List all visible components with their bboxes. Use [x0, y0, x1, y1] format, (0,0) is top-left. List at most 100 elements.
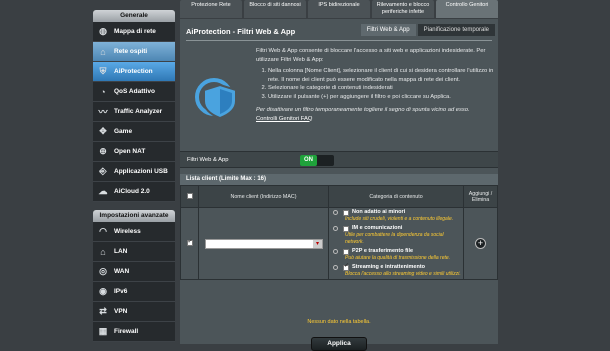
table-row: ▾ Non adatto ai minori Include siti crud…	[180, 207, 498, 280]
toggle-label: Filtri Web & App	[187, 157, 229, 163]
vpn-icon: ⇄	[99, 306, 107, 316]
sidebar-item-vpn[interactable]: ⇄ VPN	[93, 302, 175, 322]
wan-icon: ◎	[99, 266, 107, 276]
sidebar-item-guest-network[interactable]: ⌂ Rete ospiti	[93, 42, 175, 62]
expand-radio[interactable]	[333, 249, 338, 254]
sidebar-item-label: Rete ospiti	[114, 48, 148, 55]
subtabs: Filtri Web & App Pianificazione temporal…	[360, 24, 495, 36]
category-label: Non adatto ai minori	[352, 209, 406, 215]
sidebar-item-ipv6[interactable]: ◉ IPv6	[93, 282, 175, 302]
aiprotection-icon: ⛨	[99, 66, 107, 76]
subtab-time-scheduling[interactable]: Pianificazione temporale	[417, 24, 495, 36]
network-map-icon: ◍	[99, 26, 107, 36]
sidebar-item-label: QoS Adattivo	[114, 88, 155, 95]
category-desc: Può aiutare la qualità di trasmissione d…	[345, 255, 451, 261]
add-icon[interactable]: +	[475, 238, 486, 249]
sidebar-item-label: Mappa di rete	[114, 28, 156, 35]
category-checkbox[interactable]	[343, 209, 349, 216]
step-item: Selezionare le categorie di contenuti in…	[268, 84, 494, 93]
sidebar-item-open-nat[interactable]: ⊕ Open NAT	[93, 142, 175, 162]
sidebar-item-label: Applicazioni USB	[114, 168, 168, 175]
category-label: IM e comunicazioni	[352, 225, 403, 231]
sidebar-item-usb[interactable]: ⎆ Applicazioni USB	[93, 162, 175, 182]
sidebar-item-label: Open NAT	[114, 148, 146, 155]
category-checkbox[interactable]	[343, 225, 349, 232]
client-select[interactable]: ▾	[205, 238, 323, 249]
sidebar-item-label: WAN	[114, 268, 130, 275]
category-item: Non adatto ai minori Include siti crudel…	[329, 208, 463, 224]
select-all-checkbox[interactable]	[186, 192, 193, 199]
qos-icon: ◔	[100, 86, 106, 97]
ipv6-icon: ◉	[99, 286, 107, 296]
category-checkbox[interactable]	[343, 248, 349, 255]
divider	[186, 40, 492, 41]
sidebar: Generale ◍ Mappa di rete ⌂ Rete ospiti ⛨…	[93, 10, 175, 344]
open-nat-icon: ⊕	[99, 146, 107, 156]
sidebar-item-label: AiProtection	[114, 68, 153, 75]
filter-toggle[interactable]: ON	[300, 155, 334, 166]
tab-two-way-ips[interactable]: IPS bidirezionale	[308, 0, 370, 18]
usb-icon: ⎆	[99, 166, 107, 176]
category-label: P2P e trasferimento file	[352, 248, 414, 254]
expand-radio[interactable]	[333, 265, 338, 270]
tab-infected-device[interactable]: Rilevamento e blocco periferiche infette	[372, 0, 434, 18]
traffic-analyzer-icon: 〰	[98, 107, 108, 117]
left-background	[0, 0, 90, 344]
top-tabs: Protezione Rete Blocco di siti dannosi I…	[180, 0, 498, 18]
right-background	[498, 0, 610, 344]
sidebar-item-game[interactable]: ✥ Game	[93, 122, 175, 142]
sidebar-item-label: VPN	[114, 308, 128, 315]
expand-radio[interactable]	[333, 226, 338, 231]
globe-shield-icon	[192, 71, 244, 123]
cloud-icon: ☁	[98, 186, 108, 196]
category-cell: Non adatto ai minori Include siti crudel…	[328, 207, 464, 280]
sidebar-item-aiprotection[interactable]: ⛨ AiProtection	[93, 62, 175, 82]
no-data-text: Nessun dato nella tabella.	[307, 319, 371, 325]
sidebar-item-lan[interactable]: ⌂ LAN	[93, 242, 175, 262]
sidebar-item-aicloud[interactable]: ☁ AiCloud 2.0	[93, 182, 175, 202]
select-all-header	[180, 185, 199, 208]
sidebar-gap	[93, 202, 175, 210]
sidebar-item-label: Game	[114, 128, 133, 135]
sidebar-item-wan[interactable]: ◎ WAN	[93, 262, 175, 282]
category-item: IM e comunicazioni Utile per combattere …	[329, 224, 463, 247]
subtab-web-app-filters[interactable]: Filtri Web & App	[360, 24, 416, 36]
category-item: P2P e trasferimento file Può aiutare la …	[329, 247, 463, 263]
category-desc: Blocca l'accesso allo streaming video e …	[345, 271, 461, 277]
chevron-down-icon[interactable]: ▾	[313, 239, 322, 248]
sidebar-item-label: Wireless	[114, 228, 141, 235]
category-item: Streaming e intrattenimento Blocca l'acc…	[329, 263, 463, 279]
tab-parental-controls[interactable]: Controllo Genitori	[436, 0, 498, 18]
sidebar-item-qos[interactable]: ◔ QoS Adattivo	[93, 82, 175, 102]
row-checkbox-cell	[180, 207, 199, 280]
sidebar-item-firewall[interactable]: ▦ Firewall	[93, 322, 175, 342]
game-icon: ✥	[99, 126, 107, 136]
step-item: Utilizzare il pulsante (+) per aggiunger…	[268, 93, 494, 102]
lan-icon: ⌂	[100, 246, 106, 257]
description: Filtri Web & App consente di bloccare l'…	[256, 47, 494, 123]
sidebar-item-traffic-analyzer[interactable]: 〰 Traffic Analyzer	[93, 102, 175, 122]
steps-list: Nella colonna [Nome Client], selezionare…	[256, 67, 494, 101]
faq-link[interactable]: Controlli Genitori FAQ	[256, 116, 312, 122]
row-checkbox[interactable]	[186, 238, 193, 246]
tab-malicious-sites[interactable]: Blocco di siti dannosi	[244, 0, 306, 18]
client-cell: ▾	[198, 207, 329, 280]
expand-radio[interactable]	[333, 210, 338, 215]
main-panel: AiProtection - Filtri Web & App Filtri W…	[180, 19, 498, 351]
tab-network-protection[interactable]: Protezione Rete	[180, 0, 242, 18]
client-list-header: Lista client (Limite Max : 16)	[180, 174, 498, 185]
sidebar-item-label: LAN	[114, 248, 128, 255]
sidebar-item-wireless[interactable]: ◠ Wireless	[93, 222, 175, 242]
column-header: Categoria di contenuto	[328, 185, 464, 208]
apply-button[interactable]: Applica	[311, 337, 367, 351]
intro-text: Filtri Web & App consente di bloccare l'…	[256, 48, 486, 63]
guest-network-icon: ⌂	[100, 46, 106, 57]
sidebar-item-label: IPv6	[114, 288, 128, 295]
sidebar-group-title: Impostazioni avanzate	[93, 210, 175, 222]
sidebar-item-network-map[interactable]: ◍ Mappa di rete	[93, 22, 175, 42]
category-desc: Utile per combattere la dipendenza da so…	[345, 232, 444, 245]
category-checkbox[interactable]	[343, 263, 349, 271]
sidebar-item-label: AiCloud 2.0	[114, 188, 150, 195]
firewall-icon: ▦	[98, 326, 108, 336]
note-text: Per disattivare un filtro temporaneament…	[256, 107, 470, 113]
